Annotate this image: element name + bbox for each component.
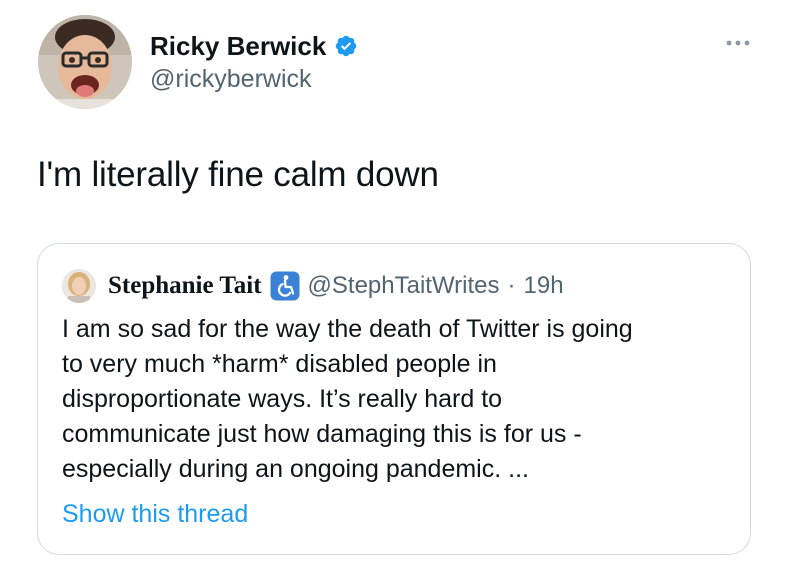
quoted-text-line: especially during an ongoing pandemic. .… — [62, 455, 529, 483]
author-info: Ricky Berwick @rickyberwick — [150, 29, 358, 94]
quoted-author-avatar-image — [62, 269, 96, 303]
quoted-tweet-header: Stephanie Tait @StephTaitWrites · 19h — [62, 266, 564, 306]
quoted-text-line: to very much *harm* disabled people in — [62, 350, 497, 378]
tweet: Ricky Berwick @rickyberwick I'm literall… — [0, 0, 790, 579]
quoted-tweet-card[interactable]: Stephanie Tait @StephTaitWrites · 19h I … — [37, 243, 751, 555]
quoted-text-line: disproportionate ways. It’s really hard … — [62, 385, 503, 413]
quoted-author-display-name: Stephanie Tait — [108, 272, 262, 299]
quoted-author-avatar — [62, 269, 96, 303]
author-name-row: Ricky Berwick — [150, 29, 358, 63]
quoted-text-line: I am so sad for the way the death of Twi… — [62, 315, 633, 343]
quoted-timestamp: 19h — [523, 272, 564, 299]
verified-badge-icon — [336, 35, 357, 57]
author-avatar[interactable] — [38, 15, 132, 109]
author-avatar-image — [38, 15, 132, 109]
quoted-text-line: communicate just how damaging this is fo… — [62, 420, 582, 448]
author-display-name[interactable]: Ricky Berwick — [150, 31, 326, 62]
quoted-tweet-text: I am so sad for the way the death of Twi… — [62, 312, 742, 487]
author-handle[interactable]: @rickyberwick — [150, 65, 358, 94]
accessibility-icon — [270, 271, 300, 301]
tweet-text: I'm literally fine calm down — [37, 155, 439, 194]
more-options-icon[interactable] — [725, 38, 751, 48]
show-thread-link[interactable]: Show this thread — [62, 500, 248, 529]
quoted-author-handle: @StephTaitWrites — [307, 272, 500, 299]
quoted-meta-separator: · — [507, 272, 516, 299]
